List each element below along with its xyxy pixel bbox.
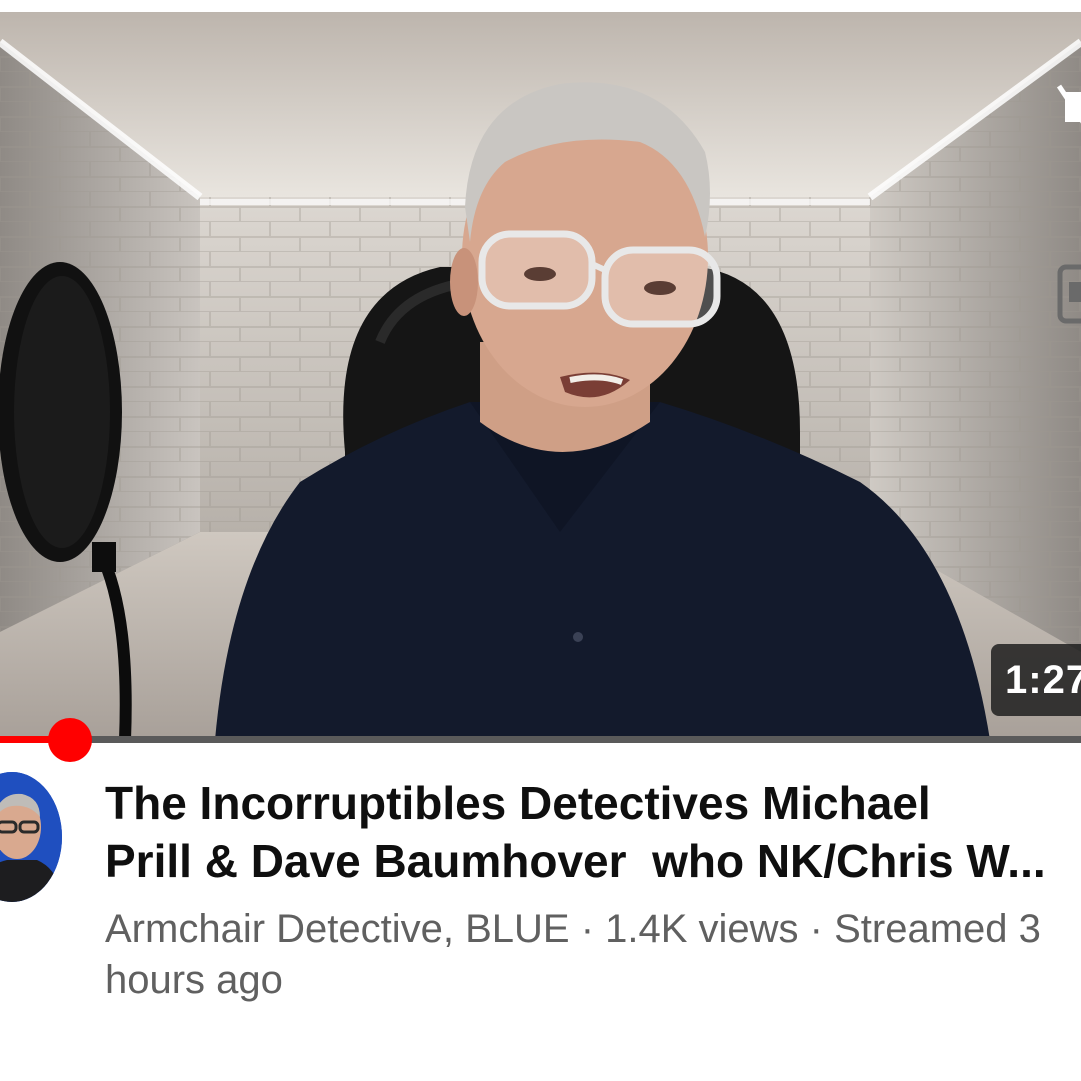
channel-avatar[interactable] [0,772,62,902]
top-strip [0,0,1081,12]
video-title-line-2: Prill & Dave Baumhover who NK/Chris W... [105,835,1046,887]
video-frame [0,12,1081,740]
captions-icon[interactable] [1057,264,1081,324]
video-feed-item[interactable]: 1:27 The Incorruptibles Detectives Micha… [0,0,1081,1081]
avatar-image [0,772,62,902]
video-metadata: Armchair Detective, BLUE · 1.4K views · … [105,904,1081,1006]
progress-bar[interactable] [0,718,1081,762]
progress-scrubber[interactable] [48,718,93,762]
video-title[interactable]: The Incorruptibles Detectives Michael Pr… [105,774,1081,890]
video-meta-line-2: hours ago [105,958,283,1002]
video-meta-line-1: Armchair Detective, BLUE · 1.4K views · … [105,907,1041,951]
video-title-line-1: The Incorruptibles Detectives Michael [105,777,931,829]
video-thumbnail[interactable]: 1:27 [0,12,1081,740]
video-duration-badge: 1:27 [991,644,1081,716]
volume-off-icon[interactable] [1057,82,1081,132]
